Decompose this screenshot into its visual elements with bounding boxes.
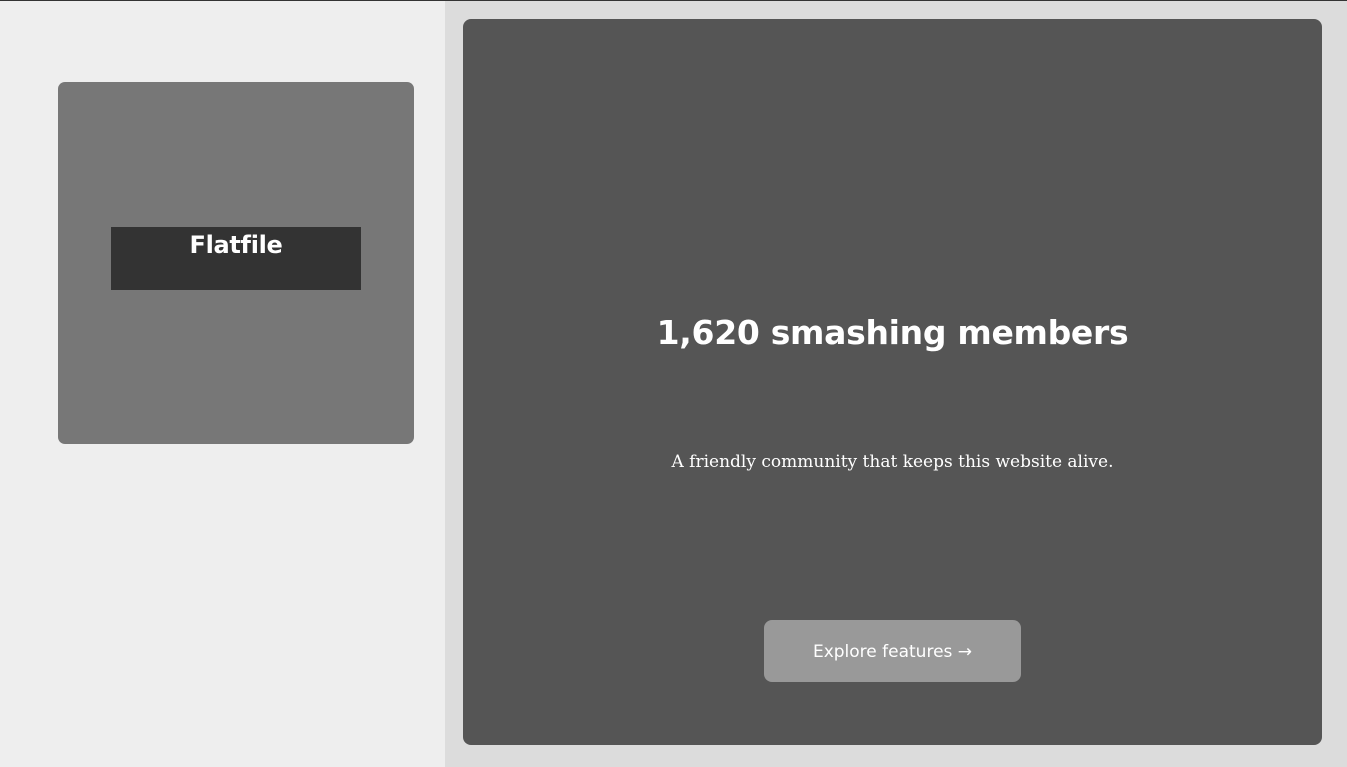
members-hero-card: 1,620 smashing members A friendly commun…: [463, 19, 1322, 745]
hero-subtitle: A friendly community that keeps this web…: [671, 452, 1114, 472]
flatfile-logo-text: Flatfile: [189, 231, 283, 259]
logo-plate: Flatfile: [111, 227, 361, 290]
explore-features-button[interactable]: Explore features →: [764, 620, 1021, 682]
left-panel: Flatfile: [0, 1, 445, 767]
explore-features-label: Explore features →: [812, 642, 973, 662]
sponsor-logo-card[interactable]: Flatfile: [58, 82, 414, 444]
hero-title: 1,620 smashing members: [656, 313, 1129, 352]
